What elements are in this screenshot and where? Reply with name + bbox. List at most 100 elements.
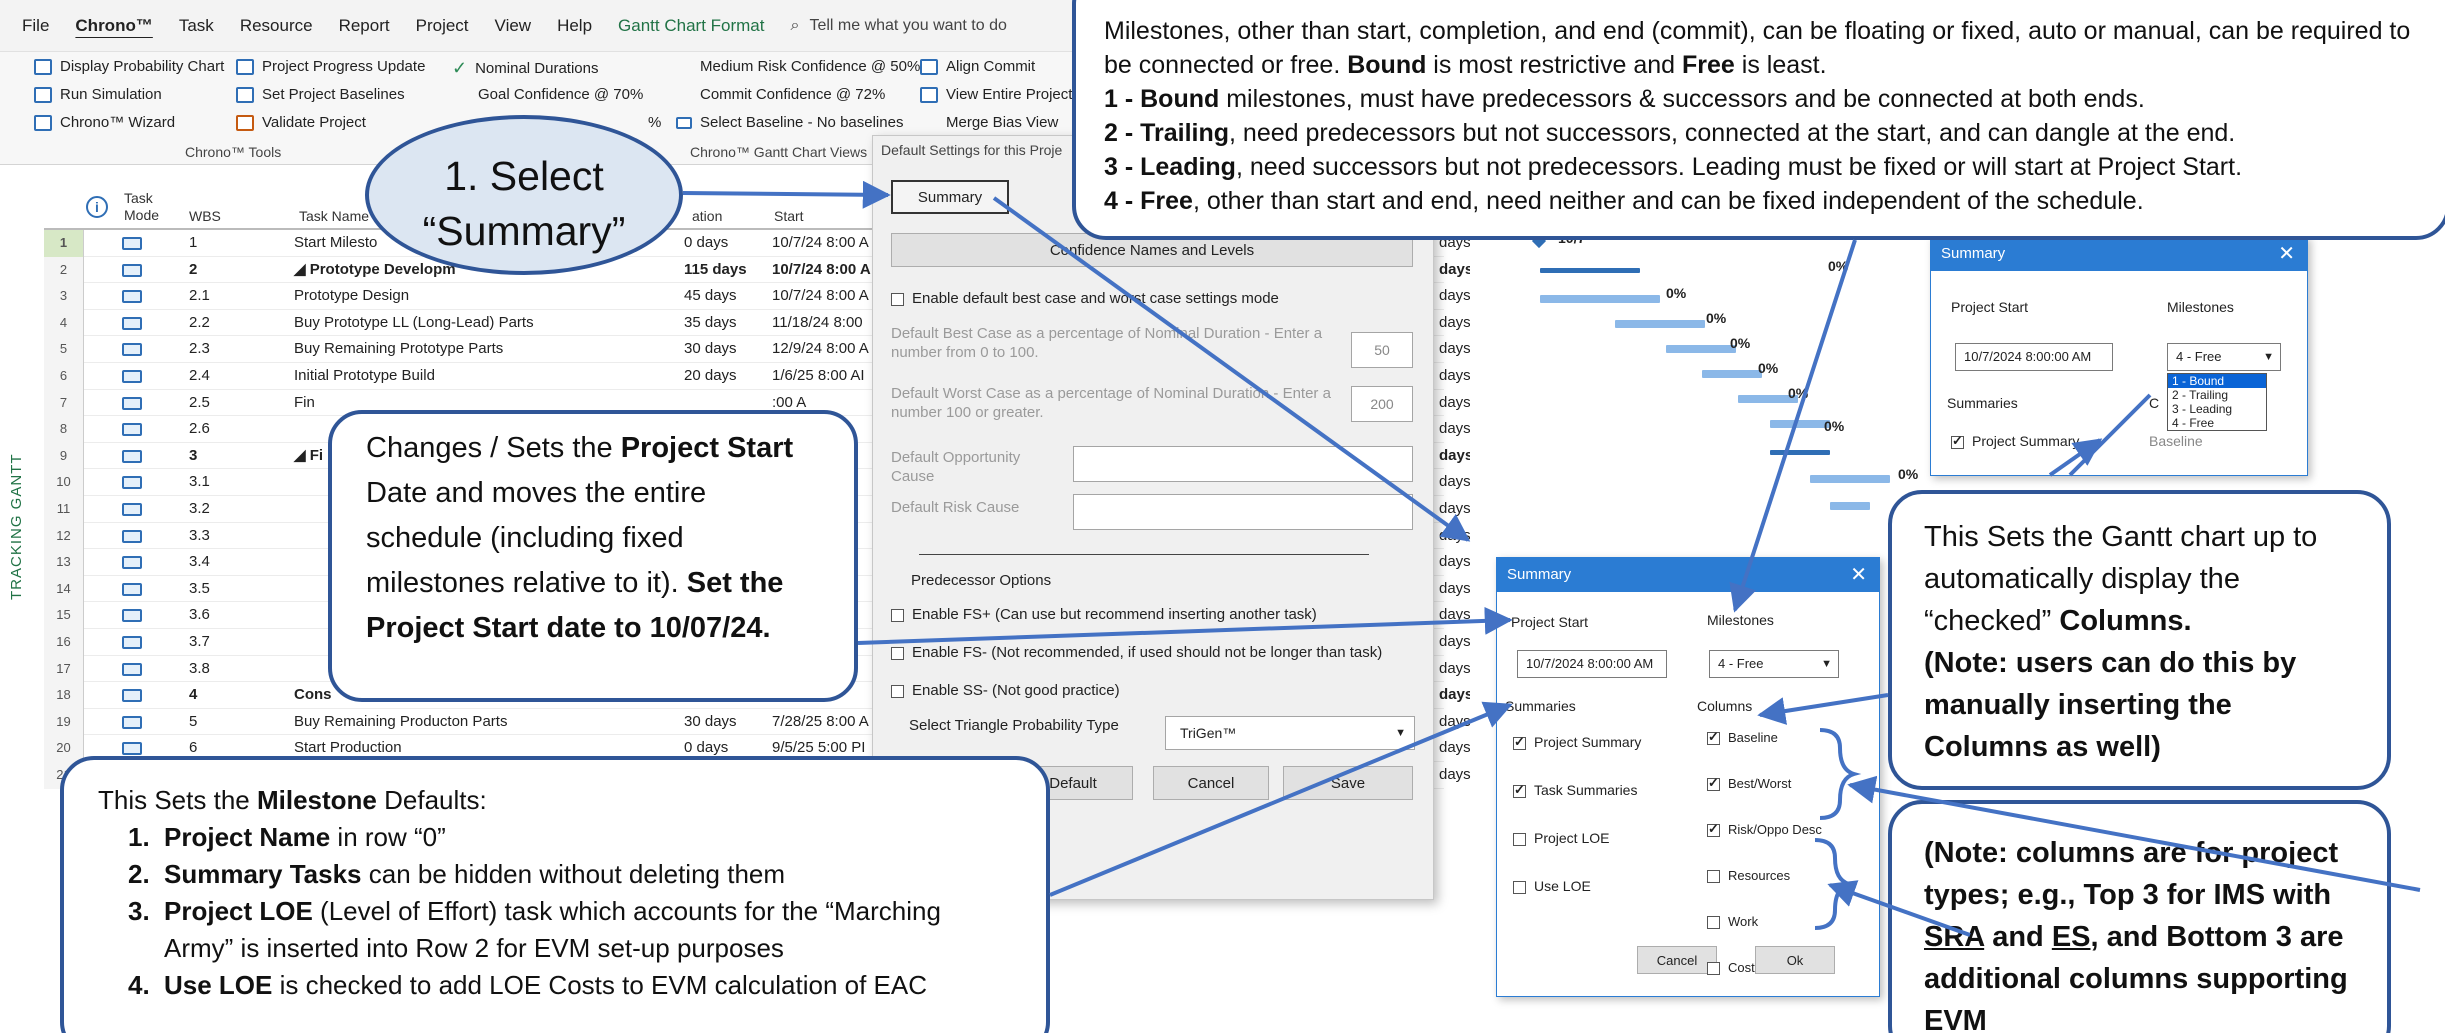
header-task-name[interactable]: Task Name [299, 208, 369, 225]
summary-ok-button[interactable]: Ok [1755, 946, 1835, 974]
close-icon[interactable]: ✕ [2278, 237, 2295, 271]
goal-confidence-button[interactable]: Goal Confidence @ 70% [478, 86, 643, 103]
summary-dialog-small: Summary ✕ Project Start Milestones 10/7/… [1930, 236, 2308, 476]
menu-task[interactable]: Task [179, 16, 214, 36]
checkbox[interactable] [1951, 433, 1964, 449]
option-bound[interactable]: 1 - Bound [2168, 374, 2266, 388]
header-wbs[interactable]: WBS [189, 208, 221, 225]
checkbox[interactable] [1707, 916, 1720, 930]
close-icon[interactable]: ✕ [1850, 558, 1867, 592]
callout-text: is least. [1734, 51, 1827, 79]
task-name-cell: Prototype Design [294, 287, 410, 305]
best-case-input[interactable]: 50 [1351, 332, 1413, 368]
columns-checkbox-item[interactable]: Work [1707, 914, 1758, 930]
row-number: 2 [44, 256, 84, 284]
menu-chrono[interactable]: Chrono™ [75, 16, 152, 36]
enable-default-checkbox[interactable]: Enable default best case and worst case … [891, 290, 1279, 307]
cancel-button[interactable]: Cancel [1153, 766, 1269, 800]
checkbox[interactable] [1707, 729, 1720, 746]
ss-minus-checkbox[interactable]: Enable SS- (Not good practice) [891, 682, 1120, 699]
merge-bias-view-button[interactable]: Merge Bias View [946, 114, 1058, 131]
columns-checkbox-item[interactable]: Risk/Oppo Desc [1707, 821, 1822, 838]
columns-item-label: Baseline [1728, 730, 1778, 745]
summary-button[interactable]: Summary [891, 180, 1009, 214]
align-commit-button[interactable]: Align Commit [920, 58, 1035, 75]
checkbox[interactable] [1513, 734, 1526, 750]
tell-me-box[interactable]: ⌕ Tell me what you want to do [790, 17, 1006, 35]
checkbox[interactable] [1707, 775, 1720, 792]
view-entire-project-button[interactable]: View Entire Project [920, 86, 1072, 103]
worst-case-input[interactable]: 200 [1351, 386, 1413, 422]
checkbox[interactable] [1513, 832, 1526, 846]
task-mode-icon [122, 662, 142, 676]
milestones-select[interactable]: 4 - Free ▼ [2167, 343, 2281, 371]
header-start[interactable]: Start [774, 208, 804, 225]
row-number: 12 [44, 522, 84, 550]
set-project-baselines-button[interactable]: Set Project Baselines [236, 86, 405, 103]
info-icon: i [86, 196, 108, 218]
task-name-cell: Initial Prototype Build [294, 367, 435, 384]
display-probability-chart-button[interactable]: Display Probability Chart [34, 58, 224, 75]
project-start-input[interactable]: 10/7/2024 8:00:00 AM [1955, 343, 2113, 371]
task-name-cell: ◢ Fi [294, 446, 324, 464]
save-button[interactable]: Save [1283, 766, 1413, 800]
project-start-input[interactable]: 10/7/2024 8:00:00 AM [1517, 650, 1667, 678]
option-trailing[interactable]: 2 - Trailing [2168, 388, 2266, 402]
columns-checkbox-item[interactable]: Cost [1707, 960, 1755, 976]
menu-resource[interactable]: Resource [240, 16, 313, 36]
menu-project[interactable]: Project [416, 16, 469, 36]
milestones-select[interactable]: 4 - Free ▼ [1709, 650, 1839, 678]
summaries-checkbox-item[interactable]: Project LOE [1513, 830, 1609, 846]
project-progress-update-button[interactable]: Project Progress Update [236, 58, 425, 75]
menu-view[interactable]: View [495, 16, 532, 36]
callout-bold: 4 - Free [1104, 187, 1193, 215]
option-free[interactable]: 4 - Free [2168, 416, 2266, 430]
risk-input[interactable] [1073, 494, 1413, 530]
checkbox[interactable] [891, 646, 904, 660]
checkbox[interactable] [1513, 880, 1526, 894]
option-leading[interactable]: 3 - Leading [2168, 402, 2266, 416]
summaries-checkbox-item[interactable]: Project Summary [1513, 734, 1641, 750]
checkbox[interactable] [1513, 782, 1526, 798]
summaries-label: Summaries [1947, 395, 2018, 411]
task-mode-icon [122, 316, 142, 330]
duration-cell: 30 days [684, 712, 737, 730]
task-mode-icon [122, 290, 142, 304]
header-task-mode[interactable]: Task Mode [124, 190, 174, 224]
project-summary-checkbox[interactable]: Project Summary [1951, 433, 2079, 449]
validate-project-button[interactable]: Validate Project [236, 114, 366, 131]
menu-file[interactable]: File [22, 16, 49, 36]
fs-minus-checkbox[interactable]: Enable FS- (Not recommended, if used sho… [891, 644, 1382, 661]
summaries-checkbox-item[interactable]: Task Summaries [1513, 782, 1637, 798]
summaries-checkbox-item[interactable]: Use LOE [1513, 878, 1591, 894]
run-simulation-button[interactable]: Run Simulation [34, 86, 162, 103]
checkbox[interactable] [1707, 821, 1720, 838]
chrono-wizard-button[interactable]: Chrono™ Wizard [34, 114, 175, 131]
select-baseline-label: Select Baseline - No baselines [700, 114, 904, 131]
checkbox[interactable] [891, 608, 904, 622]
columns-checkbox-item[interactable]: Baseline [1707, 729, 1778, 746]
checkbox[interactable] [1707, 870, 1720, 884]
select-baseline-dropdown[interactable]: Select Baseline - No baselines [676, 114, 903, 131]
columns-checkbox-item[interactable]: Best/Worst [1707, 775, 1791, 792]
checkbox[interactable] [1707, 962, 1720, 976]
row-number: 3 [44, 283, 84, 310]
triangle-type-select[interactable]: TriGen™ ▼ [1165, 716, 1415, 750]
menu-gantt-chart-format[interactable]: Gantt Chart Format [618, 16, 764, 36]
nominal-durations-button[interactable]: ✓ Nominal Durations [452, 58, 598, 79]
columns-checkbox-item[interactable]: Resources [1707, 868, 1790, 884]
item-bold: Summary Tasks [164, 859, 362, 889]
medium-risk-confidence-button[interactable]: Medium Risk Confidence @ 50% [700, 58, 920, 75]
summary-cancel-button[interactable]: Cancel [1637, 946, 1717, 974]
menu-report[interactable]: Report [339, 16, 390, 36]
header-duration[interactable]: ation [692, 208, 722, 225]
triangle-type-value: TriGen™ [1180, 725, 1237, 741]
row-number: 13 [44, 549, 84, 576]
checkbox[interactable] [891, 684, 904, 698]
menu-help[interactable]: Help [557, 16, 592, 36]
callout-line: 2 - Trailing, need predecessors but not … [1104, 116, 2418, 150]
checkbox[interactable] [891, 292, 904, 306]
commit-confidence-button[interactable]: Commit Confidence @ 72% [700, 86, 885, 103]
opportunity-input[interactable] [1073, 446, 1413, 482]
fs-plus-checkbox[interactable]: Enable FS+ (Can use but recommend insert… [891, 606, 1317, 623]
